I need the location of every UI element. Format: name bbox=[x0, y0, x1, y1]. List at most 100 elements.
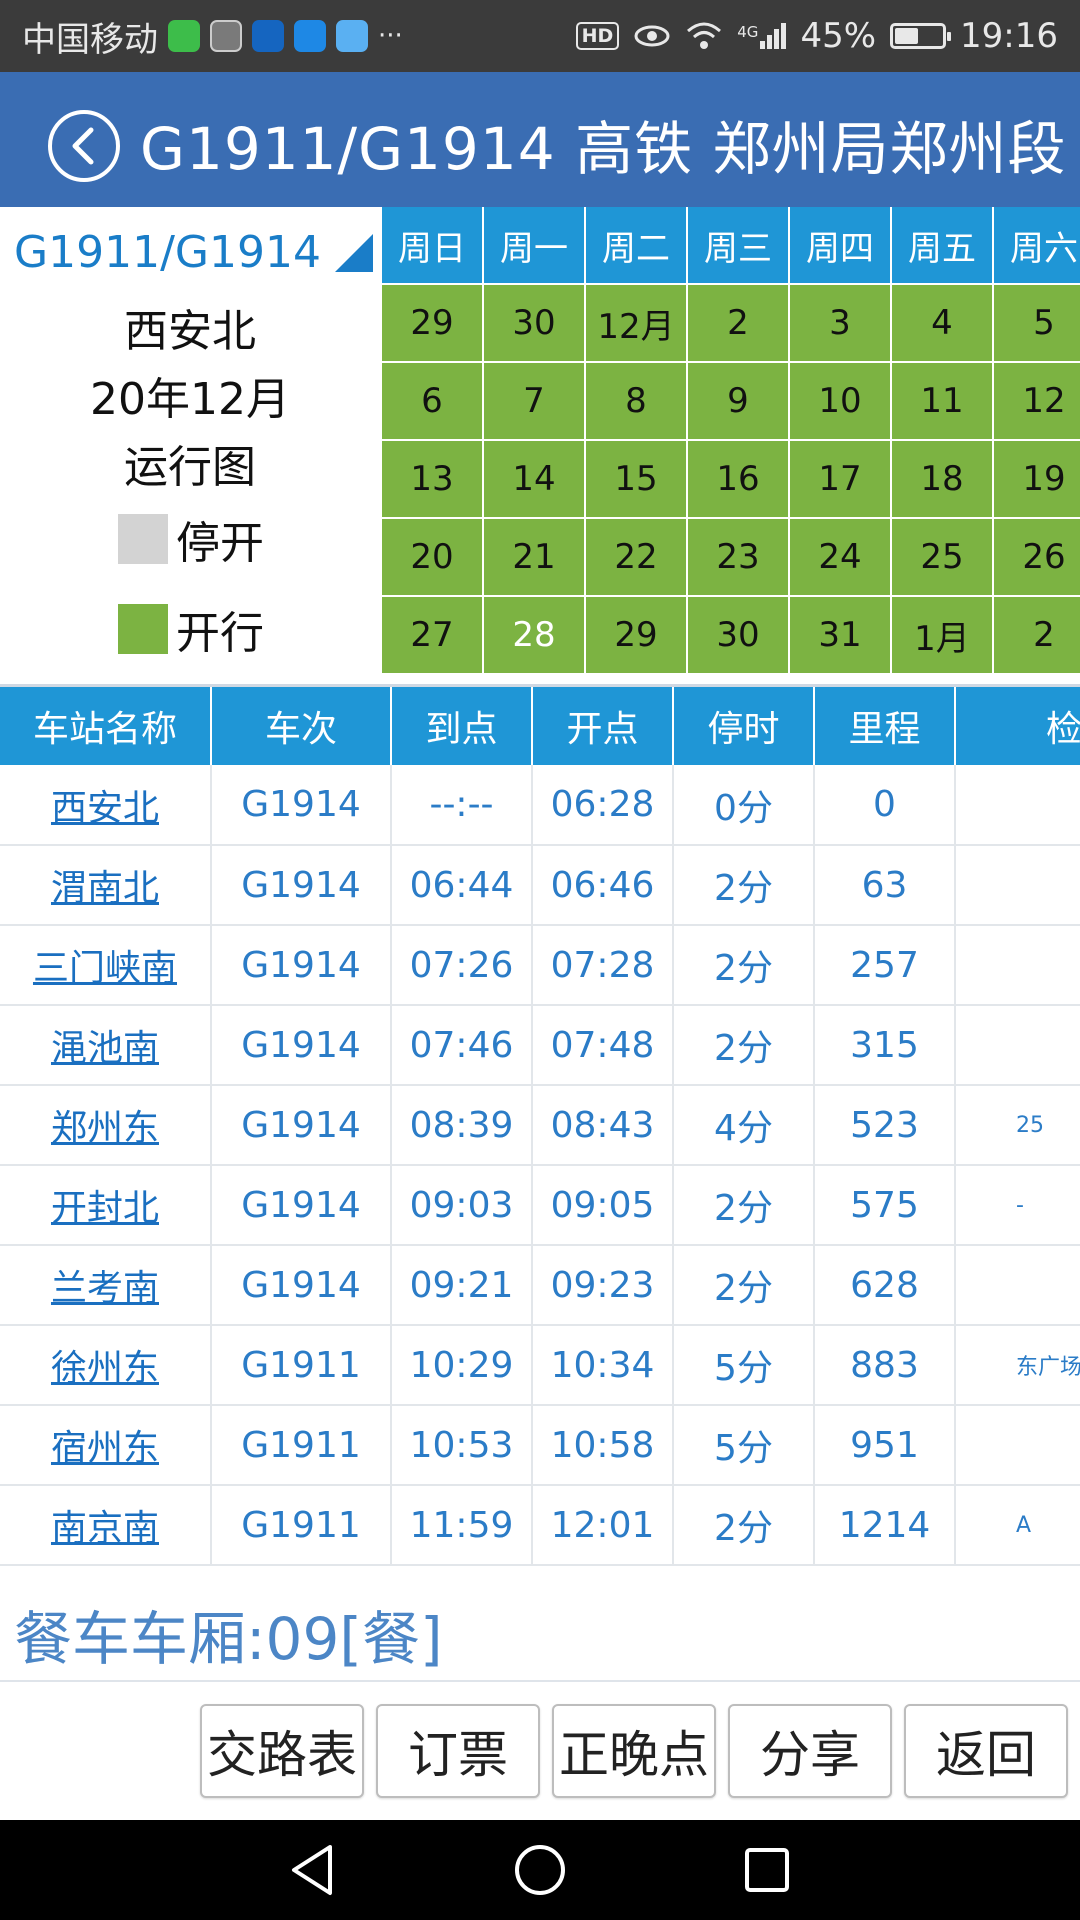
weekday-header: 周六 bbox=[994, 207, 1080, 283]
calendar-day[interactable]: 12 bbox=[994, 363, 1080, 439]
weekday-header: 周三 bbox=[688, 207, 788, 283]
station-link[interactable]: 渑池南 bbox=[51, 1028, 159, 1069]
arrive-cell: 09:21 bbox=[391, 1245, 533, 1326]
table-row: 徐州东 G1911 10:29 10:34 5分 883 东广场 bbox=[0, 1325, 1080, 1406]
arrive-cell: 09:03 bbox=[391, 1165, 533, 1246]
calendar-day[interactable]: 5 bbox=[994, 285, 1080, 361]
table-row: 宿州东 G1911 10:53 10:58 5分 951 bbox=[0, 1405, 1080, 1486]
calendar-day[interactable]: 19 bbox=[994, 441, 1080, 517]
calendar-day[interactable]: 18 bbox=[892, 441, 992, 517]
calendar-day[interactable]: 9 bbox=[688, 363, 788, 439]
column-header: 检 bbox=[955, 687, 1080, 765]
station-link[interactable]: 徐州东 bbox=[51, 1348, 159, 1389]
calendar-day[interactable]: 2 bbox=[994, 597, 1080, 673]
calendar-day[interactable]: 23 bbox=[688, 519, 788, 595]
divider bbox=[0, 1680, 1080, 1682]
check-cell bbox=[955, 1405, 1080, 1486]
stop-cell: 2分 bbox=[673, 1485, 815, 1566]
calendar-day[interactable]: 12月 bbox=[586, 285, 686, 361]
eye-comfort-icon bbox=[634, 25, 670, 47]
calendar-day[interactable]: 10 bbox=[790, 363, 890, 439]
column-header: 停时 bbox=[673, 687, 815, 765]
km-cell: 257 bbox=[814, 925, 956, 1006]
calendar-day[interactable]: 30 bbox=[484, 285, 584, 361]
calendar-day[interactable]: 25 bbox=[892, 519, 992, 595]
weekday-header: 周一 bbox=[484, 207, 584, 283]
calendar-day[interactable]: 4 bbox=[892, 285, 992, 361]
punctuality-button[interactable]: 正晚点 bbox=[552, 1704, 716, 1798]
calendar-day[interactable]: 28 bbox=[484, 597, 584, 673]
alipay-icon bbox=[294, 20, 326, 52]
signal-icon: 4G bbox=[737, 23, 787, 49]
calendar-day[interactable]: 26 bbox=[994, 519, 1080, 595]
back-button[interactable] bbox=[48, 110, 120, 182]
station-cell: 渑池南 bbox=[0, 1005, 212, 1086]
arrive-cell: 06:44 bbox=[391, 845, 533, 926]
station-link[interactable]: 郑州东 bbox=[51, 1108, 159, 1149]
station-link[interactable]: 西安北 bbox=[51, 788, 159, 829]
calendar-day[interactable]: 22 bbox=[586, 519, 686, 595]
calendar-day[interactable]: 8 bbox=[586, 363, 686, 439]
arrive-cell: 08:39 bbox=[391, 1085, 533, 1166]
check-cell bbox=[955, 765, 1080, 846]
nav-home-icon[interactable] bbox=[513, 1843, 567, 1897]
calendar-day[interactable]: 13 bbox=[382, 441, 482, 517]
calendar-day[interactable]: 2 bbox=[688, 285, 788, 361]
station-link[interactable]: 渭南北 bbox=[51, 868, 159, 909]
calendar-day[interactable]: 3 bbox=[790, 285, 890, 361]
calendar-day[interactable]: 27 bbox=[382, 597, 482, 673]
calendar-day[interactable]: 16 bbox=[688, 441, 788, 517]
nav-recents-icon[interactable] bbox=[742, 1845, 792, 1895]
share-button[interactable]: 分享 bbox=[728, 1704, 892, 1798]
calendar-day[interactable]: 30 bbox=[688, 597, 788, 673]
stop-cell: 5分 bbox=[673, 1405, 815, 1486]
station-link[interactable]: 三门峡南 bbox=[33, 948, 177, 989]
check-cell: - bbox=[955, 1165, 1080, 1246]
weekday-header: 周四 bbox=[790, 207, 890, 283]
station-link[interactable]: 宿州东 bbox=[51, 1428, 159, 1469]
calendar-day[interactable]: 29 bbox=[382, 285, 482, 361]
nav-back-icon[interactable] bbox=[288, 1843, 338, 1897]
route-table-button[interactable]: 交路表 bbox=[200, 1704, 364, 1798]
km-cell: 523 bbox=[814, 1085, 956, 1166]
calendar-day[interactable]: 6 bbox=[382, 363, 482, 439]
train-cell: G1911 bbox=[211, 1485, 392, 1566]
book-ticket-button[interactable]: 订票 bbox=[376, 1704, 540, 1798]
calendar-day[interactable]: 17 bbox=[790, 441, 890, 517]
train-cell: G1914 bbox=[211, 845, 392, 926]
station-link[interactable]: 南京南 bbox=[51, 1508, 159, 1549]
table-row: 南京南 G1911 11:59 12:01 2分 1214 A bbox=[0, 1485, 1080, 1566]
table-row: 渭南北 G1914 06:44 06:46 2分 63 bbox=[0, 845, 1080, 926]
calendar-day[interactable]: 29 bbox=[586, 597, 686, 673]
station-link[interactable]: 开封北 bbox=[51, 1188, 159, 1229]
calendar-day[interactable]: 15 bbox=[586, 441, 686, 517]
calendar-day[interactable]: 21 bbox=[484, 519, 584, 595]
km-cell: 0 bbox=[814, 765, 956, 846]
station-link[interactable]: 兰考南 bbox=[51, 1268, 159, 1309]
hd-icon: HD bbox=[575, 22, 620, 50]
depart-cell: 10:34 bbox=[532, 1325, 674, 1406]
calendar-day[interactable]: 24 bbox=[790, 519, 890, 595]
calendar-day[interactable]: 7 bbox=[484, 363, 584, 439]
return-button[interactable]: 返回 bbox=[904, 1704, 1068, 1798]
battery-icon bbox=[890, 23, 952, 49]
station-cell: 开封北 bbox=[0, 1165, 212, 1246]
table-row: 渑池南 G1914 07:46 07:48 2分 315 bbox=[0, 1005, 1080, 1086]
train-cell: G1914 bbox=[211, 1085, 392, 1166]
depart-cell: 10:58 bbox=[532, 1405, 674, 1486]
origin-station: 西安北 bbox=[124, 306, 256, 357]
more-notifications-icon: ··· bbox=[378, 21, 403, 51]
table-row: 西安北 G1914 --:-- 06:28 0分 0 bbox=[0, 765, 1080, 846]
depart-cell: 06:28 bbox=[532, 765, 674, 846]
column-header: 开点 bbox=[532, 687, 674, 765]
calendar-day[interactable]: 1月 bbox=[892, 597, 992, 673]
train-number-dropdown[interactable]: G1911/G1914 bbox=[14, 227, 373, 278]
calendar-day[interactable]: 11 bbox=[892, 363, 992, 439]
calendar-day[interactable]: 31 bbox=[790, 597, 890, 673]
calendar-day[interactable]: 14 bbox=[484, 441, 584, 517]
train-cell: G1914 bbox=[211, 925, 392, 1006]
train-cell: G1914 bbox=[211, 1165, 392, 1246]
calendar-day[interactable]: 20 bbox=[382, 519, 482, 595]
calendar-app-icon bbox=[210, 20, 242, 52]
arrive-cell: 11:59 bbox=[391, 1485, 533, 1566]
